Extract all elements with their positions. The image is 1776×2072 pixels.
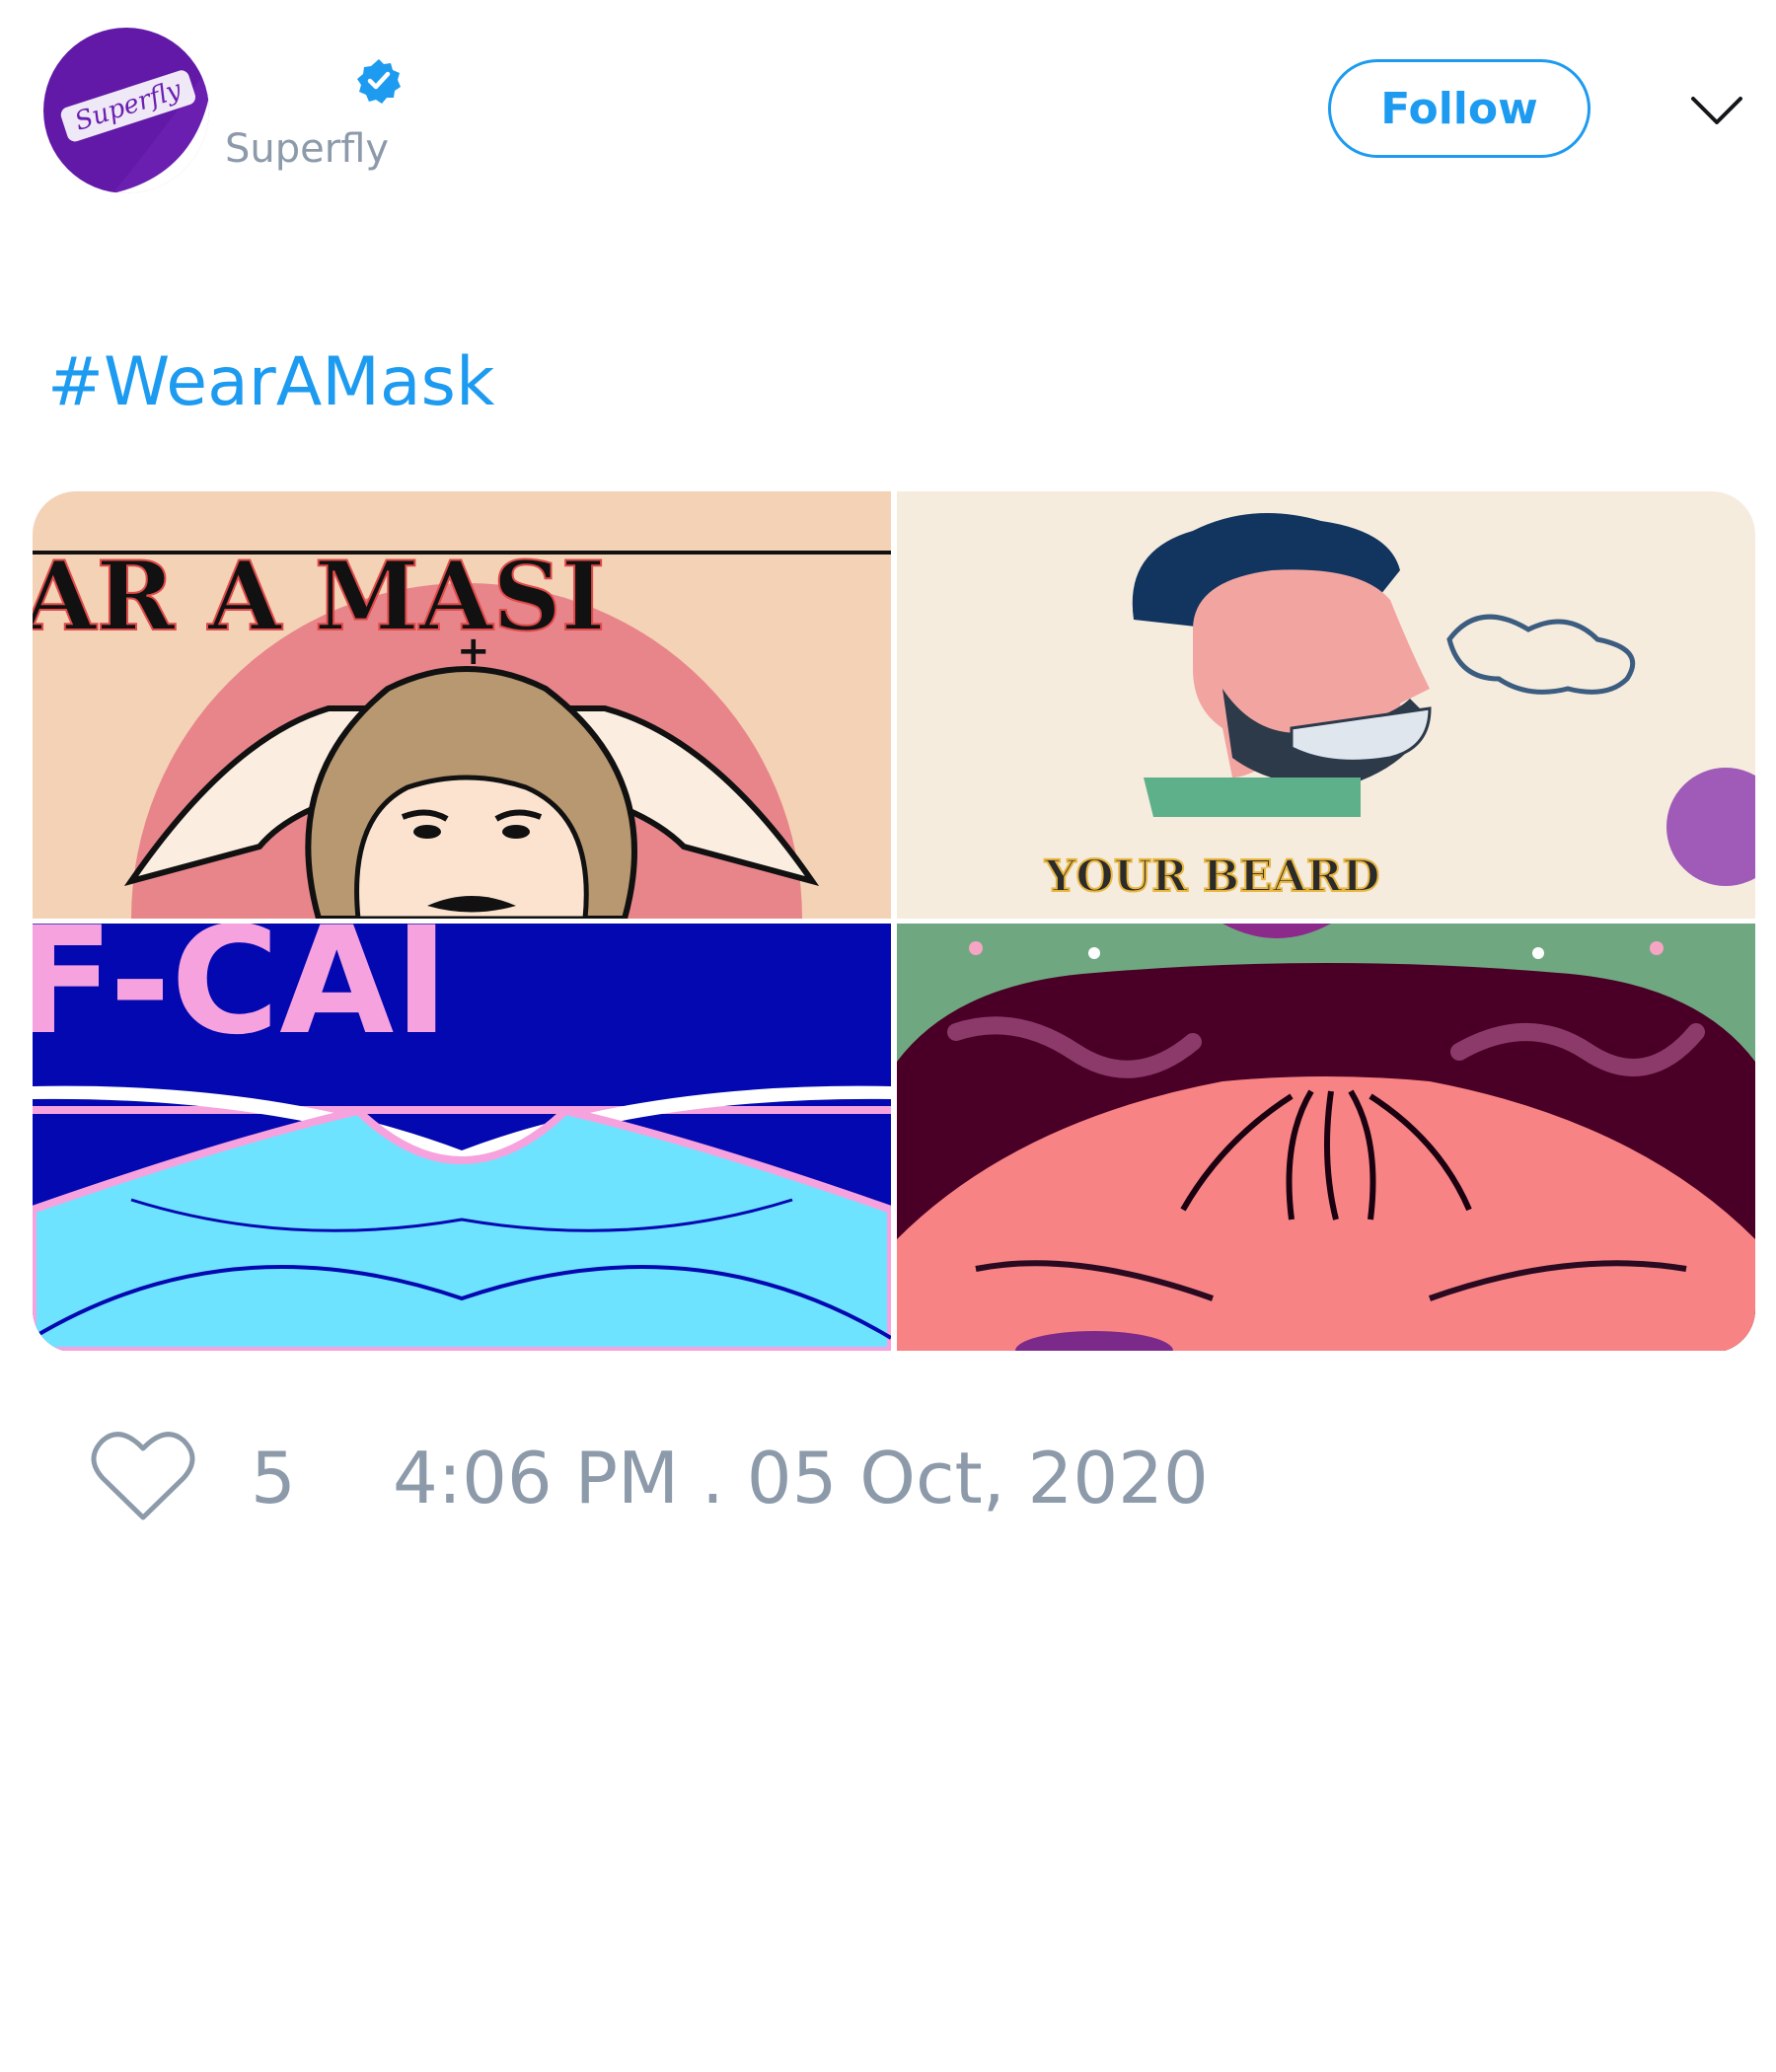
media-tile-nurse[interactable]: AR A MASI + [33, 491, 891, 919]
svg-text:+: + [457, 629, 490, 674]
heart-icon[interactable] [91, 1429, 195, 1523]
display-name[interactable] [225, 57, 343, 97]
user-handle[interactable]: Superfly [225, 126, 389, 172]
chevron-down-icon[interactable] [1689, 91, 1744, 130]
tile-nurse-text: AR A MASI [33, 541, 606, 652]
media-tile-woman[interactable] [897, 924, 1755, 1351]
avatar[interactable]: Superfly [43, 28, 209, 193]
hashtag-link[interactable]: #WearAMask [47, 343, 494, 421]
media-tile-selfcare[interactable]: F-CAI [33, 924, 891, 1351]
tile-beard-text: YOUR BEARD [1044, 851, 1380, 902]
media-grid: AR A MASI + YOUR BEARD F-CAI [33, 491, 1755, 1353]
follow-button[interactable]: Follow [1328, 59, 1591, 158]
verified-badge-icon [355, 57, 403, 105]
like-count: 5 [251, 1437, 296, 1519]
tile-selfcare-text: F-CAI [33, 924, 449, 1068]
media-tile-beard[interactable]: YOUR BEARD [897, 491, 1755, 919]
tweet-timestamp[interactable]: 4:06 PM . 05 Oct, 2020 [393, 1437, 1209, 1519]
